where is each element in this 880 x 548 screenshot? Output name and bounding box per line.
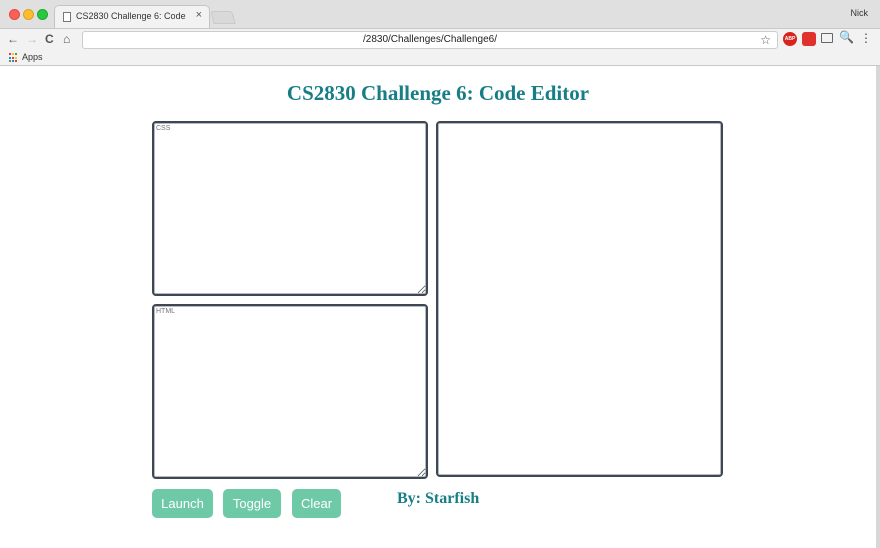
html-editor[interactable]	[152, 304, 428, 479]
reload-icon[interactable]: C	[45, 32, 54, 46]
tab-close-icon[interactable]: ×	[196, 9, 202, 21]
clear-button[interactable]: Clear	[292, 489, 341, 518]
document-icon	[63, 12, 71, 22]
back-icon[interactable]: ←	[7, 32, 19, 46]
bookmark-star-icon[interactable]: ☆	[760, 33, 771, 47]
window-edge	[876, 66, 880, 548]
cast-icon[interactable]	[821, 33, 833, 43]
forward-icon[interactable]: →	[26, 32, 38, 46]
title-bar: CS2830 Challenge 6: Code Ed × Nick	[0, 0, 880, 28]
close-window-button[interactable]	[9, 9, 20, 20]
browser-toolbar: ← → C ⌂ /2830/Challenges/Challenge6/ ☆ A…	[0, 28, 880, 50]
output-preview	[436, 121, 723, 477]
apps-grid-icon[interactable]	[9, 53, 19, 63]
toggle-button[interactable]: Toggle	[223, 489, 281, 518]
minimize-window-button[interactable]	[23, 9, 34, 20]
page-content: CS2830 Challenge 6: Code Editor Launch T…	[0, 66, 876, 548]
browser-chrome: CS2830 Challenge 6: Code Ed × Nick ← → C…	[0, 0, 880, 66]
new-tab-button[interactable]	[210, 11, 236, 24]
launch-button[interactable]: Launch	[152, 489, 213, 518]
bookmarks-bar: Apps	[0, 50, 880, 66]
adblock-extension-icon[interactable]: ABP	[783, 32, 797, 46]
maximize-window-button[interactable]	[37, 9, 48, 20]
address-bar[interactable]: /2830/Challenges/Challenge6/ ☆	[82, 31, 778, 49]
tab-title: CS2830 Challenge 6: Code Ed	[76, 11, 186, 21]
home-icon[interactable]: ⌂	[63, 32, 70, 46]
extension-icon[interactable]	[802, 32, 816, 46]
author-credit: By: Starfish	[397, 490, 480, 507]
apps-bookmark[interactable]: Apps	[22, 52, 43, 62]
url-text: /2830/Challenges/Challenge6/	[363, 34, 497, 45]
page-title: CS2830 Challenge 6: Code Editor	[286, 81, 590, 105]
zoom-icon[interactable]: 🔍	[839, 30, 854, 44]
menu-icon[interactable]: ⋮	[860, 31, 872, 45]
profile-name[interactable]: Nick	[851, 8, 869, 18]
browser-tab[interactable]: CS2830 Challenge 6: Code Ed ×	[54, 5, 210, 28]
css-editor[interactable]	[152, 121, 428, 296]
